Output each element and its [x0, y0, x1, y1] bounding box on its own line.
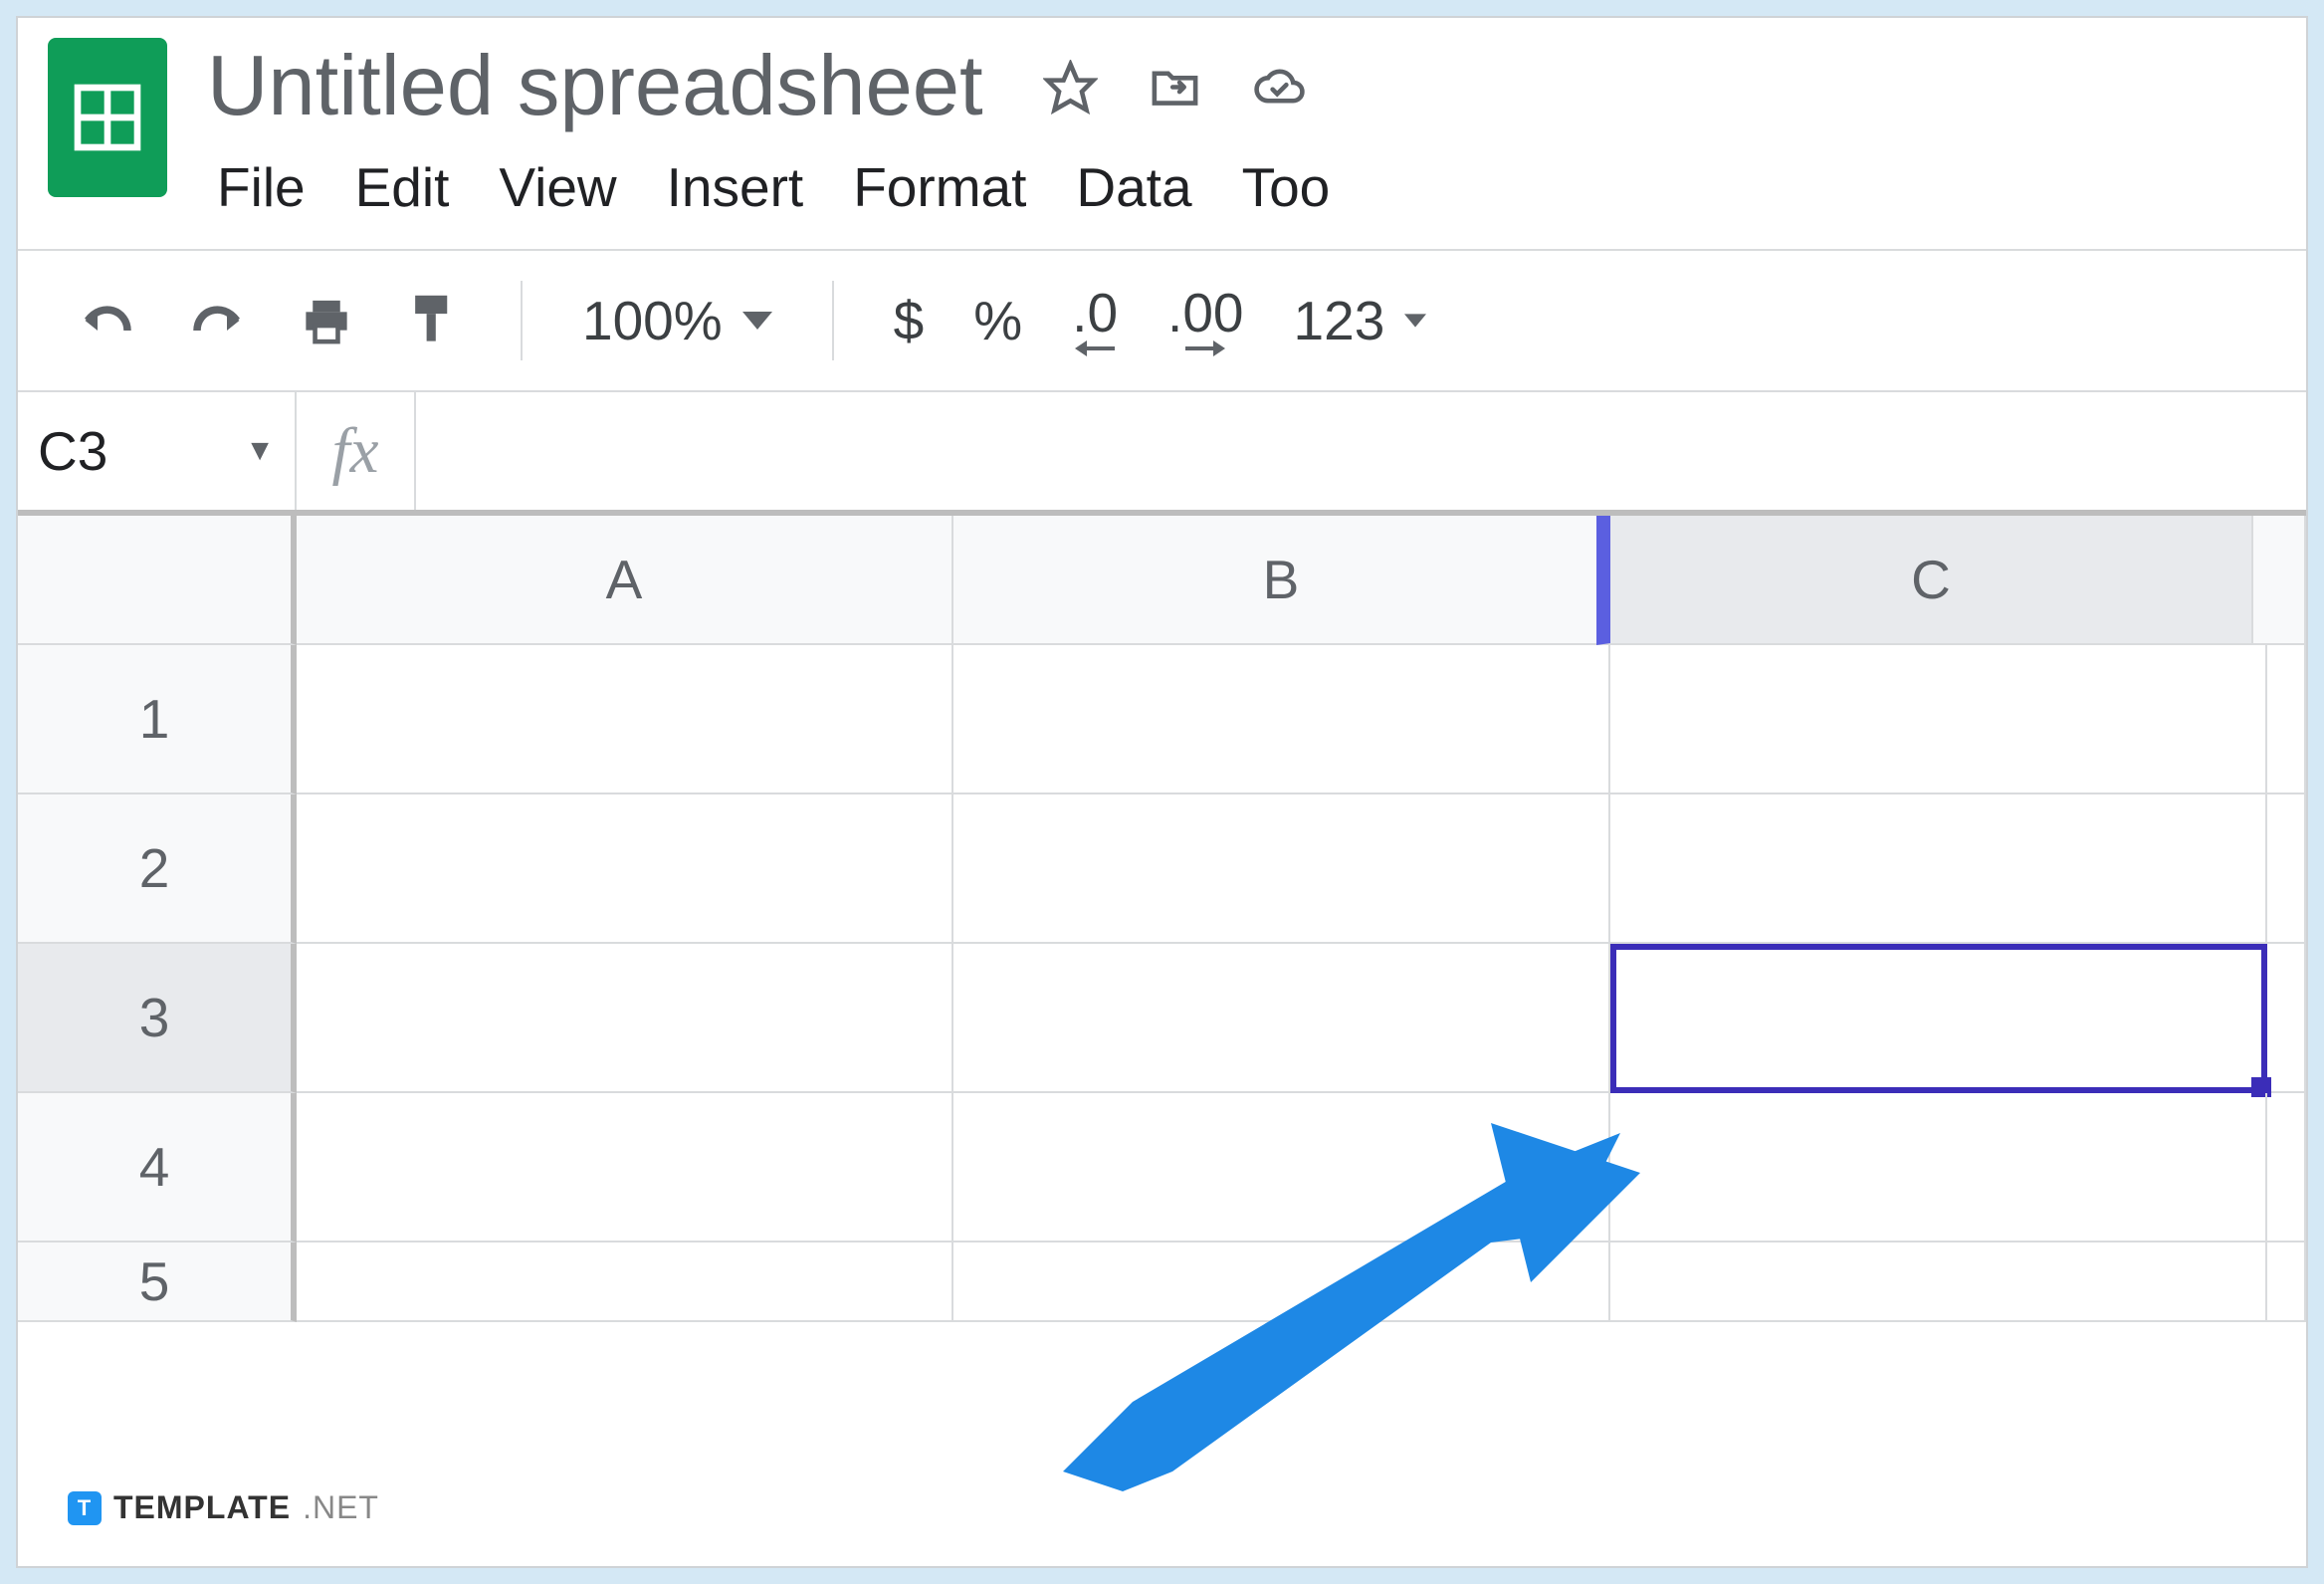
column-header-C[interactable]: C: [1596, 516, 2253, 645]
menu-bar: File Edit View Insert Format Data Too: [207, 155, 1330, 219]
cell-B1[interactable]: [953, 645, 1610, 794]
menu-view[interactable]: View: [499, 155, 616, 219]
cell-B2[interactable]: [953, 794, 1610, 944]
cell-A5[interactable]: [297, 1243, 953, 1322]
cell-A3[interactable]: [297, 944, 953, 1093]
cell-D4[interactable]: [2267, 1093, 2306, 1243]
select-all-corner[interactable]: [18, 516, 297, 645]
toolbar-separator: [521, 281, 523, 360]
watermark-suffix: .NET: [303, 1489, 379, 1526]
cell-C1[interactable]: [1610, 645, 2267, 794]
grid-row: 4: [18, 1093, 2306, 1243]
menu-insert[interactable]: Insert: [667, 155, 804, 219]
star-icon[interactable]: [1043, 60, 1098, 114]
grid-row: 1: [18, 645, 2306, 794]
cell-A4[interactable]: [297, 1093, 953, 1243]
menu-tools-truncated[interactable]: Too: [1242, 155, 1331, 219]
column-header-B[interactable]: B: [953, 516, 1610, 645]
redo-button[interactable]: [187, 296, 247, 345]
chevron-down-icon: [742, 311, 772, 331]
column-header-next[interactable]: [2253, 516, 2306, 645]
header: Untitled spreadsheet File Edit View: [18, 18, 2306, 219]
menu-data[interactable]: Data: [1076, 155, 1191, 219]
undo-button[interactable]: [78, 296, 137, 345]
title-actions: [1043, 60, 1307, 114]
grid-row: 2: [18, 794, 2306, 944]
paint-format-button[interactable]: [406, 291, 461, 350]
watermark-badge-icon: T: [68, 1491, 102, 1525]
spreadsheet-grid: A B C 1 2 3: [18, 510, 2306, 1322]
row-header-5[interactable]: 5: [18, 1243, 297, 1322]
sheets-app-icon[interactable]: [48, 38, 167, 197]
app-frame: Untitled spreadsheet File Edit View: [16, 16, 2308, 1568]
grid-row: 5: [18, 1243, 2306, 1322]
increase-decimal-button[interactable]: .00: [1167, 286, 1243, 356]
cell-C5[interactable]: [1610, 1243, 2267, 1322]
increase-decimal-label: .00: [1167, 286, 1243, 340]
percent-format-button[interactable]: %: [973, 289, 1022, 352]
decrease-decimal-label: .0: [1072, 286, 1118, 340]
row-header-2[interactable]: 2: [18, 794, 297, 944]
document-title[interactable]: Untitled spreadsheet: [207, 38, 983, 135]
name-box-value: C3: [38, 419, 107, 483]
fx-label: fx: [297, 392, 416, 510]
column-headers: A B C: [18, 516, 2306, 645]
cell-B5[interactable]: [953, 1243, 1610, 1322]
number-format-label: 123: [1294, 289, 1385, 352]
move-folder-icon[interactable]: [1148, 60, 1202, 114]
row-header-1[interactable]: 1: [18, 645, 297, 794]
zoom-dropdown[interactable]: 100%: [582, 289, 772, 352]
menu-file[interactable]: File: [217, 155, 306, 219]
cell-C3[interactable]: [1610, 944, 2267, 1093]
cell-A2[interactable]: [297, 794, 953, 944]
decrease-decimal-button[interactable]: .0: [1072, 286, 1118, 356]
cell-D2[interactable]: [2267, 794, 2306, 944]
chevron-down-icon: [1404, 313, 1426, 329]
cell-D3[interactable]: [2267, 944, 2306, 1093]
menu-format[interactable]: Format: [853, 155, 1026, 219]
grid-row: 3: [18, 944, 2306, 1093]
row-header-4[interactable]: 4: [18, 1093, 297, 1243]
cell-D1[interactable]: [2267, 645, 2306, 794]
column-header-A[interactable]: A: [297, 516, 953, 645]
number-format-dropdown[interactable]: 123: [1294, 289, 1427, 352]
zoom-value: 100%: [582, 289, 723, 352]
cloud-saved-icon[interactable]: [1252, 60, 1307, 114]
currency-format-button[interactable]: $: [894, 289, 925, 352]
cell-D5[interactable]: [2267, 1243, 2306, 1322]
cell-B4[interactable]: [953, 1093, 1610, 1243]
print-button[interactable]: [297, 294, 356, 348]
cell-B3[interactable]: [953, 944, 1610, 1093]
formula-input[interactable]: [416, 392, 2306, 510]
grid-rows: 1 2 3: [18, 645, 2306, 1322]
toolbar-separator: [832, 281, 834, 360]
cell-C2[interactable]: [1610, 794, 2267, 944]
chevron-down-icon: ▼: [245, 434, 275, 468]
name-box[interactable]: C3 ▼: [18, 392, 297, 510]
cell-C4[interactable]: [1610, 1093, 2267, 1243]
menu-edit[interactable]: Edit: [355, 155, 450, 219]
formula-bar-row: C3 ▼ fx: [18, 390, 2306, 510]
title-row: Untitled spreadsheet: [207, 38, 1330, 135]
watermark: T TEMPLATE .NET: [68, 1489, 379, 1526]
title-and-menu: Untitled spreadsheet File Edit View: [207, 38, 1330, 219]
watermark-brand: TEMPLATE: [113, 1489, 291, 1526]
cell-A1[interactable]: [297, 645, 953, 794]
row-header-3[interactable]: 3: [18, 944, 297, 1093]
toolbar: 100% $ % .0 .00 123: [18, 249, 2306, 390]
